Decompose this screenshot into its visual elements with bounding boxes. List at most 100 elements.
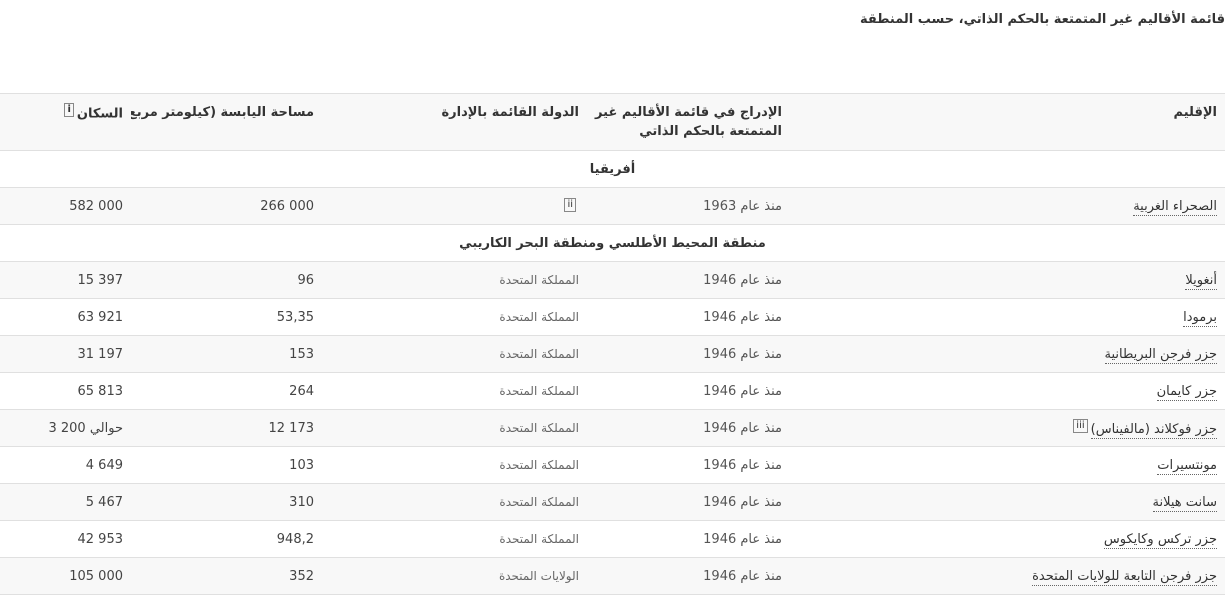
table-row: جزر كايمان منذ عام 1946 المملكة المتحدة … (0, 372, 1225, 410)
header-listed: الإدراج في قائمة الأقاليم غير المتمتعة ب… (587, 93, 790, 151)
population-value: 65 813 (77, 383, 124, 399)
population-value: 5 467 (85, 494, 123, 510)
territory-cell[interactable]: جزر تركس وكايكوس (790, 520, 1225, 558)
territory-link[interactable]: أنغويلا (1185, 272, 1217, 290)
area-cell: 352 (131, 557, 322, 595)
area-value: 352 (289, 568, 314, 584)
header-population-label: السكان (76, 106, 123, 122)
area-cell: 264 (131, 372, 322, 410)
population-value: 63 921 (77, 309, 124, 325)
listed-cell: منذ عام 1946 (587, 483, 790, 521)
population-cell: 5 467 (0, 483, 131, 521)
admin-cell: الولايات المتحدة (322, 557, 587, 595)
table-row: جزر فوكلاند (مالفيناس)iii منذ عام 1946 ا… (0, 409, 1225, 447)
territory-link[interactable]: جزر كايمان (1156, 383, 1217, 401)
territory-link[interactable]: مونتسيرات (1157, 457, 1217, 475)
population-cell: 105 000 (0, 557, 131, 595)
admin-cell: المملكة المتحدة (322, 298, 587, 336)
population-value: 105 000 (69, 568, 123, 584)
listed-cell: منذ عام 1946 (587, 446, 790, 484)
population-value: 31 197 (77, 346, 124, 362)
territory-link[interactable]: جزر فرجن التابعة للولايات المتحدة (1032, 568, 1217, 586)
table-caption: قائمة الأقاليم غير المتمتعة بالحكم الذات… (859, 12, 1225, 27)
table-row: جزر فرجن البريطانية منذ عام 1946 المملكة… (0, 335, 1225, 373)
header-population: السكانi (0, 93, 131, 151)
territory-link[interactable]: جزر فرجن البريطانية (1104, 346, 1217, 364)
territory-link[interactable]: برمودا (1183, 309, 1217, 327)
area-cell: 266 000 (131, 187, 322, 225)
listed-cell: منذ عام 1946 (587, 520, 790, 558)
population-cell: 582 000 (0, 187, 131, 225)
region-header: أفريقيا (0, 150, 1225, 188)
table-row: مونتسيرات منذ عام 1946 المملكة المتحدة 1… (0, 446, 1225, 484)
territory-cell[interactable]: جزر فوكلاند (مالفيناس)iii (790, 409, 1225, 447)
area-value: 103 (289, 457, 314, 473)
admin-cell: المملكة المتحدة (322, 409, 587, 447)
listed-cell: منذ عام 1946 (587, 409, 790, 447)
listed-cell: منذ عام 1946 (587, 372, 790, 410)
admin-cell: المملكة المتحدة (322, 483, 587, 521)
territory-cell[interactable]: الصحراء الغربية (790, 187, 1225, 225)
territory-cell[interactable]: جزر فرجن التابعة للولايات المتحدة (790, 557, 1225, 595)
admin-cell: المملكة المتحدة (322, 520, 587, 558)
table-header-row: الإقليم الإدراج في قائمة الأقاليم غير ال… (0, 93, 1225, 151)
area-cell: 153 (131, 335, 322, 373)
population-cell: 42 953 (0, 520, 131, 558)
territory-link[interactable]: جزر تركس وكايكوس (1103, 531, 1217, 549)
table-row: جزر تركس وكايكوس منذ عام 1946 المملكة ال… (0, 520, 1225, 558)
header-area: مساحة اليابسة (كيلومتر مربع) (131, 93, 322, 151)
admin-cell: المملكة المتحدة (322, 261, 587, 299)
area-value: 266 000 (260, 198, 314, 214)
admin-cell: المملكة المتحدة (322, 335, 587, 373)
territory-cell[interactable]: سانت هيلانة (790, 483, 1225, 521)
territory-cell[interactable]: جزر كايمان (790, 372, 1225, 410)
territory-cell[interactable]: جزر فرجن البريطانية (790, 335, 1225, 373)
population-cell: 63 921 (0, 298, 131, 336)
area-value: 948,2 (276, 531, 314, 547)
territory-link[interactable]: الصحراء الغربية (1133, 198, 1217, 216)
footnote-ref[interactable]: ii (564, 197, 576, 212)
table-row: سانت هيلانة منذ عام 1946 المملكة المتحدة… (0, 483, 1225, 521)
territories-table: الإقليم الإدراج في قائمة الأقاليم غير ال… (0, 93, 1225, 595)
area-value: 264 (289, 383, 314, 399)
population-value: 15 397 (77, 272, 124, 288)
area-cell: 103 (131, 446, 322, 484)
population-cell: 31 197 (0, 335, 131, 373)
admin-cell: المملكة المتحدة (322, 372, 587, 410)
population-value: 582 000 (69, 198, 123, 214)
territory-cell[interactable]: مونتسيرات (790, 446, 1225, 484)
footnote-ref[interactable]: iii (1073, 418, 1088, 433)
area-value: 310 (289, 494, 314, 510)
table-row: الصحراء الغربية منذ عام 1963 ii 266 000 … (0, 187, 1225, 225)
population-value: حوالي 200 3 (48, 420, 123, 436)
table-row: أنغويلا منذ عام 1946 المملكة المتحدة 96 … (0, 261, 1225, 299)
population-cell: 15 397 (0, 261, 131, 299)
population-cell: حوالي 200 3 (0, 409, 131, 447)
footnote-ref[interactable]: i (64, 103, 74, 117)
area-cell: 53,35 (131, 298, 322, 336)
area-value: 153 (289, 346, 314, 362)
region-header: منطقة المحيط الأطلسي ومنطقة البحر الكاري… (0, 224, 1225, 262)
listed-cell: منذ عام 1963 (587, 187, 790, 225)
population-value: 42 953 (77, 531, 124, 547)
area-cell: 948,2 (131, 520, 322, 558)
admin-cell: ii (322, 187, 587, 225)
territory-link[interactable]: جزر فوكلاند (مالفيناس) (1090, 422, 1217, 440)
listed-cell: منذ عام 1946 (587, 298, 790, 336)
population-value: 4 649 (85, 457, 123, 473)
area-cell: 12 173 (131, 409, 322, 447)
territory-link[interactable]: سانت هيلانة (1152, 494, 1217, 512)
region-row: أفريقيا (0, 150, 1225, 188)
population-cell: 65 813 (0, 372, 131, 410)
listed-cell: منذ عام 1946 (587, 335, 790, 373)
population-cell: 4 649 (0, 446, 131, 484)
region-row: منطقة المحيط الأطلسي ومنطقة البحر الكاري… (0, 224, 1225, 262)
area-value: 12 173 (268, 420, 315, 436)
territory-cell[interactable]: برمودا (790, 298, 1225, 336)
table-row: برمودا منذ عام 1946 المملكة المتحدة 53,3… (0, 298, 1225, 336)
area-cell: 310 (131, 483, 322, 521)
area-cell: 96 (131, 261, 322, 299)
territory-cell[interactable]: أنغويلا (790, 261, 1225, 299)
table-row: جزر فرجن التابعة للولايات المتحدة منذ عا… (0, 557, 1225, 595)
listed-cell: منذ عام 1946 (587, 557, 790, 595)
